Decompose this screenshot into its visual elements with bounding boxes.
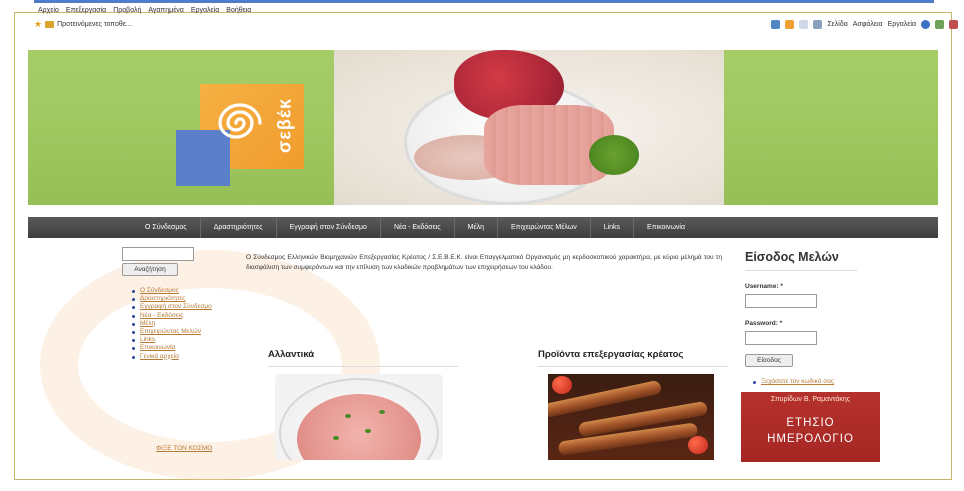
page-menu[interactable]: Σελίδα	[827, 21, 847, 28]
help-icon[interactable]	[921, 19, 930, 29]
sidebar-item-general-files[interactable]: Γενικά αρχεία	[132, 353, 212, 361]
garnish-leaf	[365, 429, 371, 433]
favorites-star-icon[interactable]: ★	[34, 19, 42, 29]
browser-title-strip	[34, 0, 934, 3]
search-button[interactable]: Αναζήτηση	[122, 263, 178, 276]
nav-item-news[interactable]: Νέα - Εκδόσεις	[381, 217, 455, 238]
ad-title-line1: ΕΤΗΣΙΟ	[786, 417, 835, 429]
username-field[interactable]	[745, 294, 817, 308]
mail-icon[interactable]	[799, 19, 809, 29]
tools-menu[interactable]: Εργαλεία	[888, 21, 916, 28]
research-icon[interactable]	[935, 19, 944, 29]
herb-garnish-image	[589, 135, 639, 175]
menu-tools[interactable]: Εργαλεία	[191, 7, 219, 14]
folder-icon	[45, 20, 55, 28]
section-title-cold-cuts: Αλλαντικά	[268, 349, 315, 360]
nav-item-activities[interactable]: Δραστηριότητες	[201, 217, 277, 238]
sidebar-item-registration[interactable]: Εγγραφή στον Σύνδεσμο	[132, 303, 212, 311]
logo-wordmark: σεβέκ	[274, 97, 295, 153]
favorites-bar: ★ Προτεινόμενες τοποθε...	[34, 17, 132, 31]
meat-products-image[interactable]	[548, 374, 714, 460]
sidebar-menu: Ο Σύνδεσμος Δραστηριότητες Εγγραφή στον …	[132, 287, 212, 361]
calendar-ad-banner[interactable]: Σπυρίδων Β. Ραμαντάκης ΕΤΗΣΙΟ ΗΜΕΡΟΛΟΓΙΟ	[741, 392, 880, 462]
login-button[interactable]: Είσοδος	[745, 354, 793, 367]
addon-icon[interactable]	[949, 19, 958, 29]
login-divider	[745, 270, 857, 271]
section-divider	[538, 366, 728, 367]
logo-spiral-icon	[218, 103, 262, 139]
nav-item-registration[interactable]: Εγγραφή στον Σύνδεσμο	[277, 217, 381, 238]
password-field[interactable]	[745, 331, 817, 345]
menu-help[interactable]: Βοήθεια	[226, 7, 251, 14]
forgot-password-link[interactable]: Ξεχάσατε τον κωδικό σας	[753, 378, 834, 385]
nav-item-association[interactable]: Ο Σύνδεσμος	[132, 217, 201, 238]
nav-item-members[interactable]: Μέλη	[455, 217, 498, 238]
nav-item-contact[interactable]: Επικοινωνία	[634, 217, 698, 238]
sidebar-item-news[interactable]: Νέα - Εκδόσεις	[132, 312, 212, 320]
garnish-leaf	[333, 436, 339, 440]
sidebar-item-contact[interactable]: Επικοινωνία	[132, 344, 212, 352]
tomato-garnish	[688, 436, 708, 454]
username-label: Username: *	[745, 283, 783, 290]
sidebar-footer-link[interactable]: ΦΙΞΕ ΤΟΝ ΚΟΣΜΟ	[156, 445, 212, 452]
sidebar-item-members[interactable]: Μέλη	[132, 320, 212, 328]
password-label: Password: *	[745, 320, 783, 327]
cold-cuts-image[interactable]	[275, 374, 443, 460]
ad-title-line2: ΗΜΕΡΟΛΟΓΙΟ	[767, 433, 854, 445]
menu-file[interactable]: Αρχείο	[38, 7, 59, 14]
header-meat-photo	[334, 50, 724, 205]
browser-menubar: Αρχείο Επεξεργασία Προβολή Αγαπημένα Εργ…	[38, 4, 251, 17]
suggested-sites-link[interactable]: Προτεινόμενες τοποθε...	[57, 21, 132, 28]
garnish-leaf	[379, 410, 385, 414]
feeds-icon[interactable]	[785, 19, 795, 29]
section-title-meat-products: Προϊόντα επεξεργασίας κρέατος	[538, 349, 684, 360]
menu-edit[interactable]: Επεξεργασία	[66, 7, 106, 14]
sidebar-item-association[interactable]: Ο Σύνδεσμος	[132, 287, 212, 295]
search-input[interactable]	[122, 247, 194, 261]
main-navigation: Ο Σύνδεσμος Δραστηριότητες Εγγραφή στον …	[28, 217, 938, 238]
home-icon[interactable]	[771, 19, 781, 29]
safety-menu[interactable]: Ασφάλεια	[853, 21, 883, 28]
ad-sponsor-name: Σπυρίδων Β. Ραμαντάκης	[770, 396, 851, 403]
sidebar-item-member-business[interactable]: Επιχειρώντας Μελών	[132, 328, 212, 336]
section-divider	[268, 366, 458, 367]
garnish-leaf	[345, 414, 351, 418]
login-title: Είσοδος Μελών	[745, 250, 839, 264]
print-icon[interactable]	[813, 19, 823, 29]
command-bar: Σελίδα Ασφάλεια Εργαλεία	[771, 17, 958, 31]
nav-item-member-business[interactable]: Επιχειρώντας Μέλων	[498, 217, 591, 238]
intro-paragraph: Ο Σύνδεσμος Ελληνικών Βιομηχανιών Επεξερ…	[246, 254, 722, 271]
tomato-garnish	[552, 376, 572, 394]
menu-view[interactable]: Προβολή	[113, 7, 141, 14]
nav-item-links[interactable]: Links	[591, 217, 635, 238]
menu-favorites[interactable]: Αγαπημένα	[148, 7, 184, 14]
